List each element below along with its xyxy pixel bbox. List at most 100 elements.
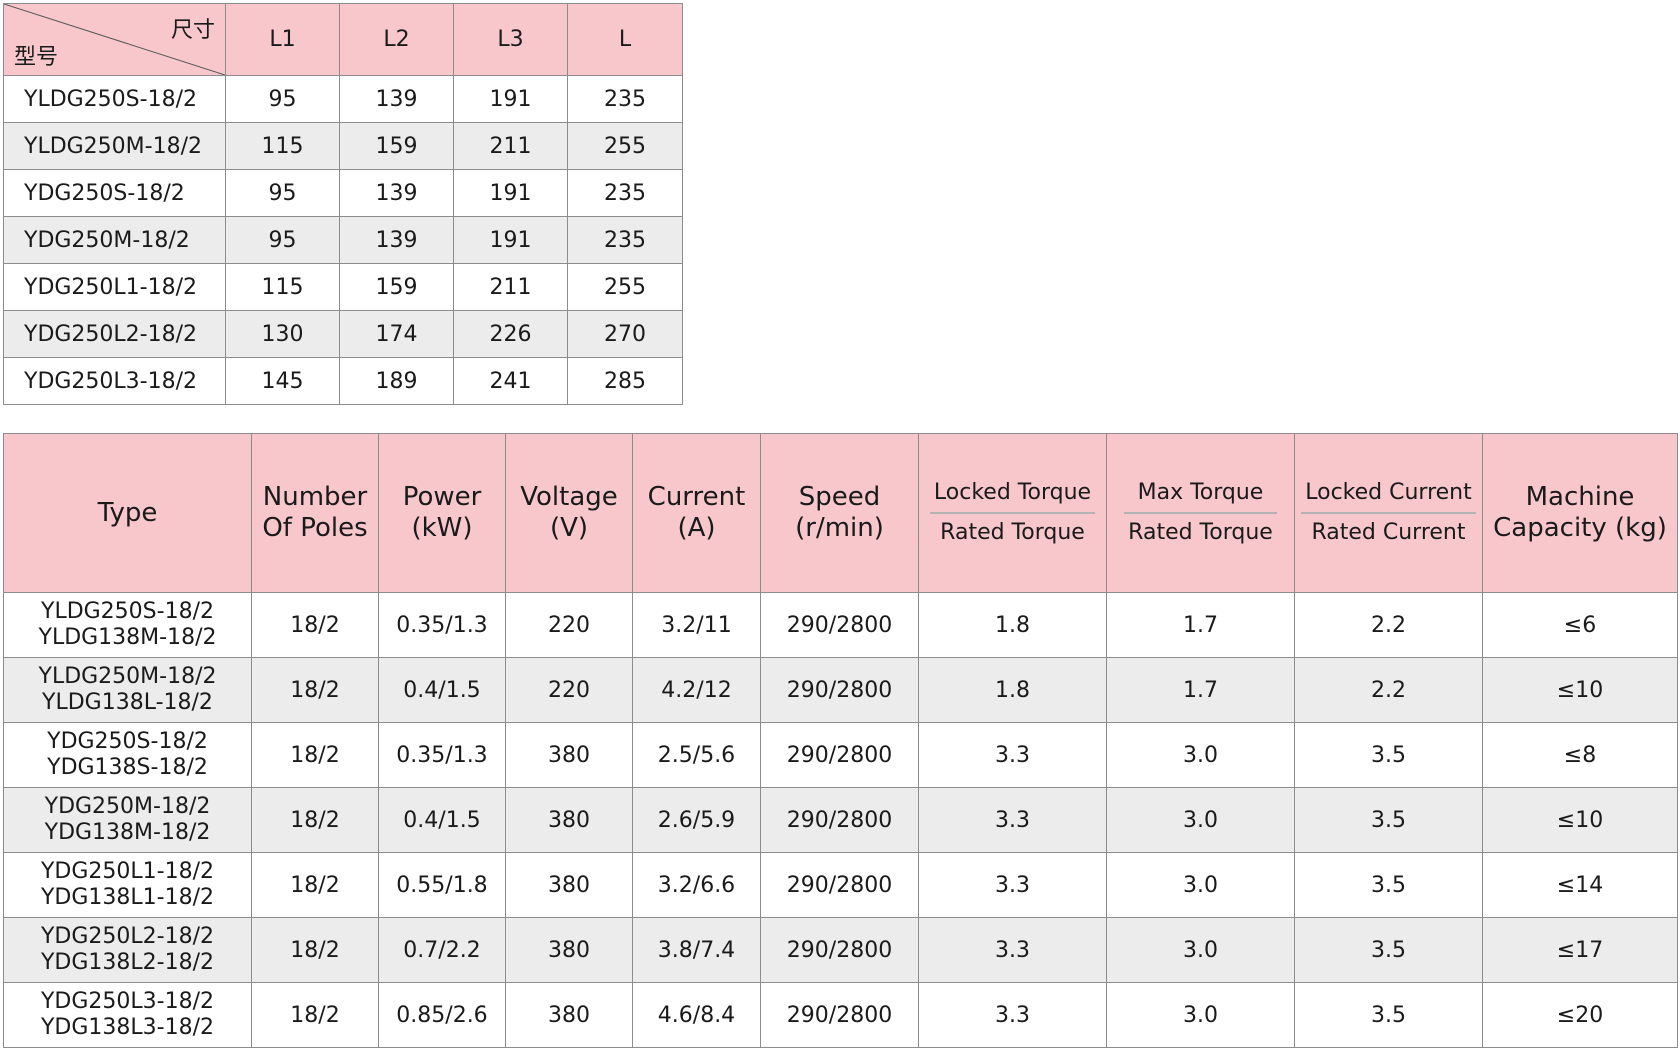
power-cell: 0.7/2.2 xyxy=(378,917,506,983)
current-cell: 4.6/8.4 xyxy=(632,982,761,1048)
speed-cell: 290/2800 xyxy=(760,592,919,658)
table-row: YDG250L2-18/2 130 174 226 270 xyxy=(3,310,683,358)
column-header-l1: L1 xyxy=(225,3,340,76)
table-row: YDG250L3-18/2 YDG138L3-18/2 18/2 0.85/2.6 38… xyxy=(3,982,1678,1048)
locked-current-cell: 3.5 xyxy=(1294,982,1483,1048)
dimension-l-cell: 235 xyxy=(567,75,683,123)
locked-torque-cell: 3.3 xyxy=(918,852,1107,918)
capacity-cell: ≤6 xyxy=(1482,592,1678,658)
corner-label-model: 型号 xyxy=(14,45,59,70)
table-row: YLDG250M-18/2 YLDG138L-18/2 18/2 0.4/1.5 220… xyxy=(3,657,1678,723)
type-cell: YDG250L3-18/2 YDG138L3-18/2 xyxy=(3,982,252,1048)
dimension-l1-cell: 115 xyxy=(225,263,340,311)
dimension-table: 尺寸 型号 L1 L2 L3 L YLDG250S-18/2 95 139 191 23… xyxy=(3,3,683,405)
type-name-secondary: YDG138L3-18/2 xyxy=(40,1015,214,1040)
capacity-cell: ≤10 xyxy=(1482,657,1678,723)
header-locked-current-ratio: Locked Current Rated Current xyxy=(1294,433,1483,593)
locked-current-cell: 3.5 xyxy=(1294,787,1483,853)
dimension-l3-cell: 211 xyxy=(453,122,568,170)
dimension-l3-cell: 191 xyxy=(453,169,568,217)
locked-current-cell: 3.5 xyxy=(1294,852,1483,918)
table-row: YLDG250S-18/2 YLDG138M-18/2 18/2 0.35/1.3 22… xyxy=(3,592,1678,658)
speed-cell: 290/2800 xyxy=(760,917,919,983)
fraction-numerator: Max Torque xyxy=(1124,478,1277,514)
dimension-l1-cell: 130 xyxy=(225,310,340,358)
type-cell: YLDG250S-18/2 YLDG138M-18/2 xyxy=(3,592,252,658)
dimension-l1-cell: 145 xyxy=(225,357,340,405)
type-name-primary: YLDG250S-18/2 xyxy=(41,599,214,624)
dimension-l3-cell: 241 xyxy=(453,357,568,405)
model-cell: YDG250L1-18/2 xyxy=(3,263,226,311)
type-name-secondary: YLDG138M-18/2 xyxy=(38,625,217,650)
max-torque-cell: 3.0 xyxy=(1106,917,1295,983)
model-cell: YDG250L2-18/2 xyxy=(3,310,226,358)
locked-current-cell: 3.5 xyxy=(1294,722,1483,788)
dimension-table-body: YLDG250S-18/2 95 139 191 235 YLDG250M-18/2 115… xyxy=(3,75,683,405)
locked-current-cell: 2.2 xyxy=(1294,592,1483,658)
table-row: YLDG250S-18/2 95 139 191 235 xyxy=(3,75,683,123)
locked-torque-cell: 3.3 xyxy=(918,722,1107,788)
dimension-l2-cell: 139 xyxy=(339,169,454,217)
model-cell: YLDG250M-18/2 xyxy=(3,122,226,170)
locked-torque-fraction: Locked Torque Rated Torque xyxy=(929,478,1096,548)
voltage-cell: 220 xyxy=(505,657,633,723)
header-type: Type xyxy=(3,433,252,593)
max-torque-cell: 3.0 xyxy=(1106,982,1295,1048)
fraction-denominator: Rated Torque xyxy=(940,520,1085,545)
table-row: YDG250S-18/2 YDG138S-18/2 18/2 0.35/1.3 380 2… xyxy=(3,722,1678,788)
model-cell: YDG250M-18/2 xyxy=(3,216,226,264)
model-cell: YLDG250S-18/2 xyxy=(3,75,226,123)
column-header-l3: L3 xyxy=(453,3,568,76)
dimension-l2-cell: 139 xyxy=(339,216,454,264)
locked-torque-cell: 1.8 xyxy=(918,592,1107,658)
type-name-primary: YDG250L1-18/2 xyxy=(40,859,214,884)
diagonal-corner-header: 尺寸 型号 xyxy=(3,3,226,76)
type-name-secondary: YDG138M-18/2 xyxy=(44,820,211,845)
fraction-numerator: Locked Torque xyxy=(929,478,1096,514)
table-row: YDG250S-18/2 95 139 191 235 xyxy=(3,169,683,217)
table-row: YLDG250M-18/2 115 159 211 255 xyxy=(3,122,683,170)
header-voltage: Voltage (V) xyxy=(505,433,633,593)
capacity-cell: ≤20 xyxy=(1482,982,1678,1048)
table-row: YDG250M-18/2 95 139 191 235 xyxy=(3,216,683,264)
poles-cell: 18/2 xyxy=(251,982,379,1048)
type-cell: YDG250L1-18/2 YDG138L1-18/2 xyxy=(3,852,252,918)
performance-table: Type Number Of Poles Power (kW) Voltage … xyxy=(3,433,1678,1048)
power-cell: 0.55/1.8 xyxy=(378,852,506,918)
current-cell: 2.5/5.6 xyxy=(632,722,761,788)
dimension-l2-cell: 174 xyxy=(339,310,454,358)
performance-table-body: YLDG250S-18/2 YLDG138M-18/2 18/2 0.35/1.3 22… xyxy=(3,592,1678,1048)
dimension-l-cell: 255 xyxy=(567,263,683,311)
header-machine-capacity: Machine Capacity (kg) xyxy=(1482,433,1678,593)
header-max-torque-ratio: Max Torque Rated Torque xyxy=(1106,433,1295,593)
type-name-primary: YDG250M-18/2 xyxy=(44,794,211,819)
type-name-primary: YDG250L2-18/2 xyxy=(40,924,214,949)
power-cell: 0.85/2.6 xyxy=(378,982,506,1048)
dimension-l1-cell: 95 xyxy=(225,216,340,264)
poles-cell: 18/2 xyxy=(251,917,379,983)
dimension-l1-cell: 95 xyxy=(225,169,340,217)
type-name-primary: YDG250S-18/2 xyxy=(47,729,208,754)
power-cell: 0.4/1.5 xyxy=(378,657,506,723)
dimension-l-cell: 285 xyxy=(567,357,683,405)
dimension-l-cell: 235 xyxy=(567,169,683,217)
type-name-secondary: YDG138L2-18/2 xyxy=(40,950,214,975)
voltage-cell: 380 xyxy=(505,787,633,853)
type-name-primary: YDG250L3-18/2 xyxy=(40,989,214,1014)
dimension-l-cell: 270 xyxy=(567,310,683,358)
capacity-cell: ≤8 xyxy=(1482,722,1678,788)
model-cell: YDG250S-18/2 xyxy=(3,169,226,217)
poles-cell: 18/2 xyxy=(251,787,379,853)
poles-cell: 18/2 xyxy=(251,722,379,788)
poles-cell: 18/2 xyxy=(251,657,379,723)
current-cell: 3.2/6.6 xyxy=(632,852,761,918)
speed-cell: 290/2800 xyxy=(760,787,919,853)
dimension-l2-cell: 139 xyxy=(339,75,454,123)
speed-cell: 290/2800 xyxy=(760,852,919,918)
voltage-cell: 380 xyxy=(505,722,633,788)
performance-header-row: Type Number Of Poles Power (kW) Voltage … xyxy=(3,433,1678,593)
voltage-cell: 380 xyxy=(505,852,633,918)
current-cell: 4.2/12 xyxy=(632,657,761,723)
power-cell: 0.35/1.3 xyxy=(378,592,506,658)
locked-torque-cell: 1.8 xyxy=(918,657,1107,723)
